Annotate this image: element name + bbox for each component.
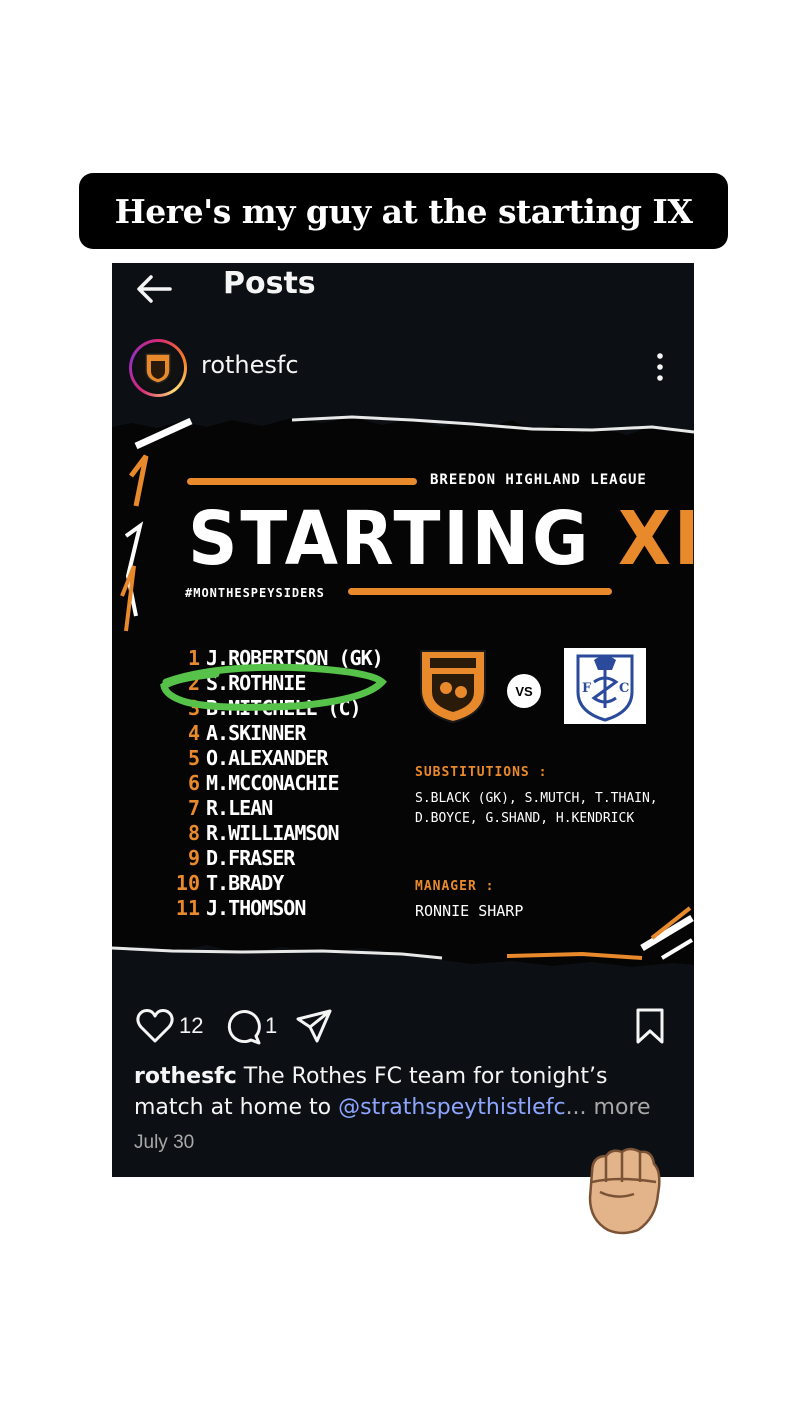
player-row: 8 R.WILLIAMSON (187, 821, 340, 845)
brush-decoration-left (120, 417, 193, 632)
strathspey-crest-icon: F C (564, 648, 646, 724)
page-title: Posts (223, 266, 316, 301)
substitutions-line: S.BLACK (GK), S.MUTCH, T.THAIN, (415, 791, 658, 806)
story-caption-text: Here's my guy at the starting IX (114, 191, 693, 231)
more-options-icon[interactable] (652, 351, 668, 383)
torn-edge-top (112, 408, 694, 435)
comment-count: 1 (265, 1013, 278, 1038)
title-xi: XI (618, 496, 694, 582)
comment-icon[interactable] (223, 1007, 263, 1047)
player-row: 9 D.FRASER (187, 846, 295, 870)
brush-decoration-right (640, 906, 694, 960)
heart-icon[interactable] (135, 1007, 175, 1045)
instagram-screenshot: Posts rothesfc BREEDON HIGHLAND LEAGUE S… (112, 263, 694, 1177)
post-actions: 12 1 (112, 1003, 694, 1051)
hashtag: #MONTHESPEYSIDERS (185, 586, 325, 600)
bookmark-icon[interactable] (633, 1007, 667, 1045)
starting-xi-graphic[interactable]: BREEDON HIGHLAND LEAGUE STARTING XI #MON… (112, 408, 694, 988)
player-row: 6 M.MCCONACHIE (187, 771, 340, 795)
share-icon[interactable] (295, 1007, 333, 1045)
post-caption: rothesfc The Rothes FC team for tonight’… (134, 1061, 684, 1123)
top-bar: Posts (112, 263, 694, 311)
vs-badge: VS (507, 674, 541, 708)
manager-name: RONNIE SHARP (415, 902, 524, 920)
manager-title: MANAGER : (415, 879, 495, 894)
post-username[interactable]: rothesfc (201, 351, 299, 379)
raised-fist-icon (588, 1147, 661, 1235)
player-row: 4 A.SKINNER (187, 721, 306, 745)
avatar[interactable] (129, 339, 187, 397)
title-starting: STARTING (188, 496, 592, 582)
rothes-crest-icon (420, 650, 486, 724)
player-row: 11 J.THOMSON (175, 896, 306, 920)
accent-stripe (348, 588, 612, 595)
svg-text:F: F (582, 681, 592, 696)
substitutions-title: SUBSTITUTIONS : (415, 765, 548, 780)
highlight-scribble (160, 663, 387, 711)
graphic-title: STARTING XI (188, 496, 694, 582)
player-row: 5 O.ALEXANDER (187, 746, 329, 770)
back-arrow-icon[interactable] (134, 269, 174, 309)
caption-more-link[interactable]: ... more (566, 1095, 651, 1120)
like-count: 12 (179, 1013, 204, 1038)
svg-text:C: C (619, 681, 629, 696)
league-name: BREEDON HIGHLAND LEAGUE (430, 472, 647, 488)
post-header: rothesfc (112, 335, 694, 399)
caption-mention[interactable]: @strathspeythistlefc (338, 1095, 565, 1120)
player-row: 7 R.LEAN (187, 796, 273, 820)
caption-username[interactable]: rothesfc (134, 1064, 237, 1089)
player-row: 10 T.BRADY (175, 871, 284, 895)
post-date: July 30 (134, 1132, 195, 1153)
accent-stripe (187, 478, 417, 485)
torn-edge-bottom (112, 945, 694, 988)
club-crest-icon (145, 353, 171, 384)
substitutions-line: D.BOYCE, G.SHAND, H.KENDRICK (415, 811, 635, 826)
story-caption: Here's my guy at the starting IX (79, 173, 728, 249)
